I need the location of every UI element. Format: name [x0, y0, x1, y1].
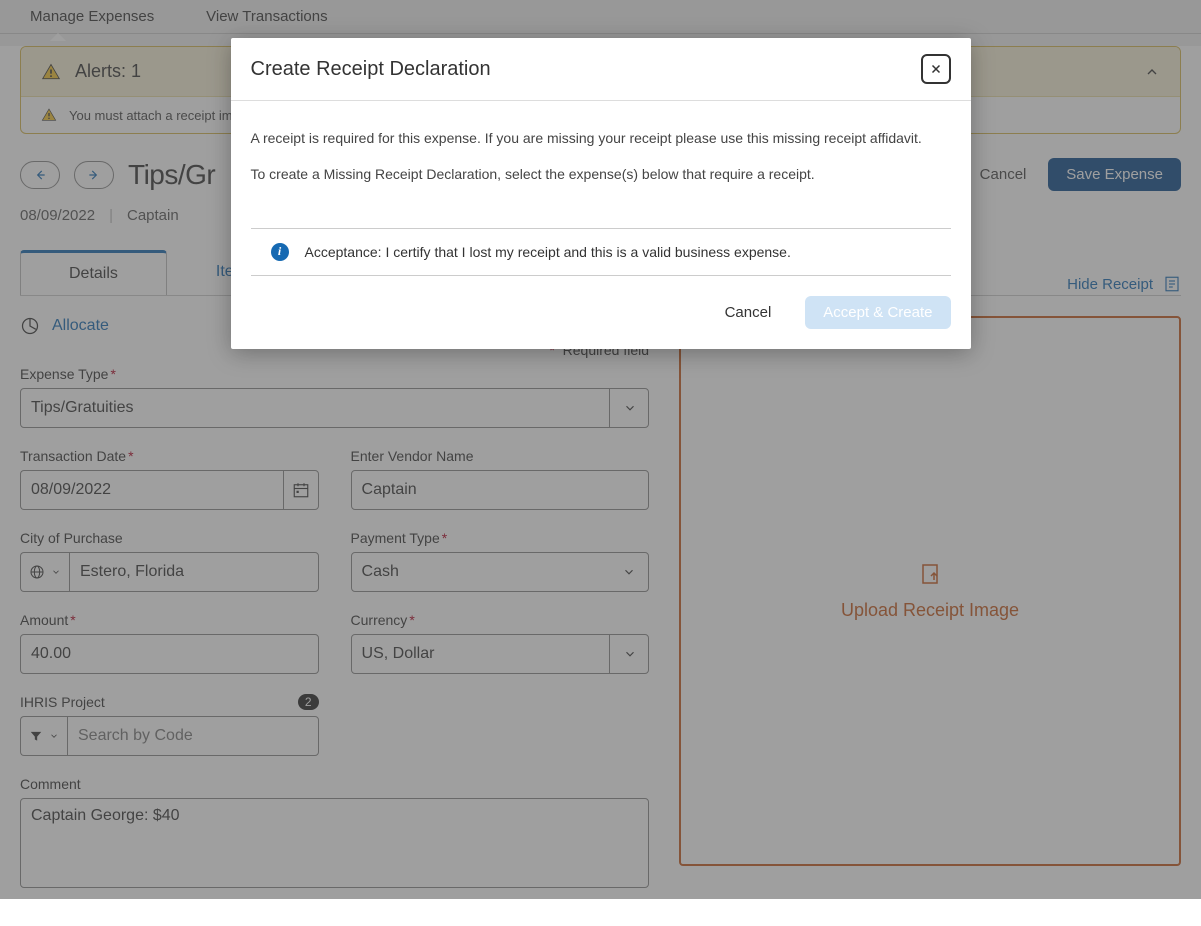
acceptance-text: Acceptance: I certify that I lost my rec…: [305, 244, 791, 260]
info-icon: i: [271, 243, 289, 261]
modal-title: Create Receipt Declaration: [251, 58, 491, 81]
close-icon: [930, 63, 942, 75]
receipt-declaration-modal: Create Receipt Declaration A receipt is …: [231, 38, 971, 349]
modal-overlay: Create Receipt Declaration A receipt is …: [0, 0, 1201, 899]
accept-create-button[interactable]: Accept & Create: [805, 296, 950, 329]
modal-line2: To create a Missing Receipt Declaration,…: [251, 163, 951, 185]
modal-cancel-button[interactable]: Cancel: [707, 296, 790, 329]
modal-line1: A receipt is required for this expense. …: [251, 127, 951, 149]
close-button[interactable]: [921, 54, 951, 84]
